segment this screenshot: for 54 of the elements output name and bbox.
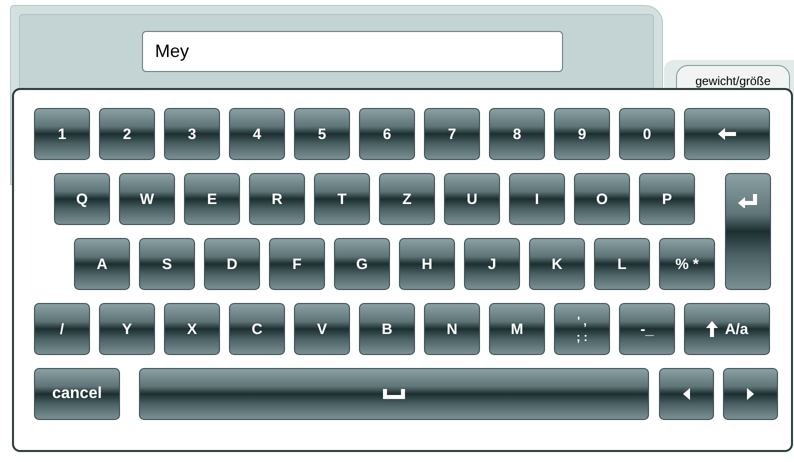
backspace-key[interactable]: [684, 108, 770, 160]
key[interactable]: D: [204, 238, 260, 290]
shift-key[interactable]: A/a: [684, 303, 770, 355]
right-triangle-icon: [747, 388, 754, 400]
backspace-icon: [718, 128, 736, 140]
enter-icon: [738, 194, 758, 208]
key[interactable]: H: [399, 238, 455, 290]
key[interactable]: 1: [34, 108, 90, 160]
input-field[interactable]: Mey: [142, 31, 563, 72]
key[interactable]: N: [424, 303, 480, 355]
key[interactable]: Z: [379, 173, 435, 225]
space-bar[interactable]: [139, 368, 649, 420]
key[interactable]: P: [639, 173, 695, 225]
key[interactable]: Y: [99, 303, 155, 355]
key[interactable]: O: [574, 173, 630, 225]
key[interactable]: R: [249, 173, 305, 225]
key[interactable]: U: [444, 173, 500, 225]
key[interactable]: /: [34, 303, 90, 355]
key[interactable]: F: [269, 238, 325, 290]
key[interactable]: A: [74, 238, 130, 290]
key[interactable]: V: [294, 303, 350, 355]
key[interactable]: 2: [99, 108, 155, 160]
key[interactable]: 3: [164, 108, 220, 160]
key[interactable]: B: [359, 303, 415, 355]
key[interactable]: W: [119, 173, 175, 225]
key[interactable]: I: [509, 173, 565, 225]
right-arrow-key[interactable]: [723, 368, 778, 420]
key[interactable]: S: [139, 238, 195, 290]
key[interactable]: 8: [489, 108, 545, 160]
key[interactable]: C: [229, 303, 285, 355]
key[interactable]: 7: [424, 108, 480, 160]
key[interactable]: L: [594, 238, 650, 290]
key[interactable]: -_: [619, 303, 675, 355]
key[interactable]: G: [334, 238, 390, 290]
key[interactable]: M: [489, 303, 545, 355]
key[interactable]: K: [529, 238, 585, 290]
key[interactable]: T: [314, 173, 370, 225]
left-arrow-key[interactable]: [659, 368, 714, 420]
key[interactable]: 6: [359, 108, 415, 160]
key[interactable]: E: [184, 173, 240, 225]
key[interactable]: 5: [294, 108, 350, 160]
cancel-key[interactable]: cancel: [34, 368, 120, 420]
key[interactable]: ' , ; :: [554, 303, 610, 355]
key[interactable]: X: [164, 303, 220, 355]
key[interactable]: 0: [619, 108, 675, 160]
key[interactable]: Q: [54, 173, 110, 225]
key[interactable]: % *: [659, 238, 715, 290]
space-icon: [383, 389, 405, 399]
key[interactable]: 9: [554, 108, 610, 160]
up-arrow-icon: [706, 321, 718, 337]
key[interactable]: J: [464, 238, 520, 290]
left-triangle-icon: [683, 388, 690, 400]
key[interactable]: 4: [229, 108, 285, 160]
enter-key[interactable]: [725, 173, 771, 290]
